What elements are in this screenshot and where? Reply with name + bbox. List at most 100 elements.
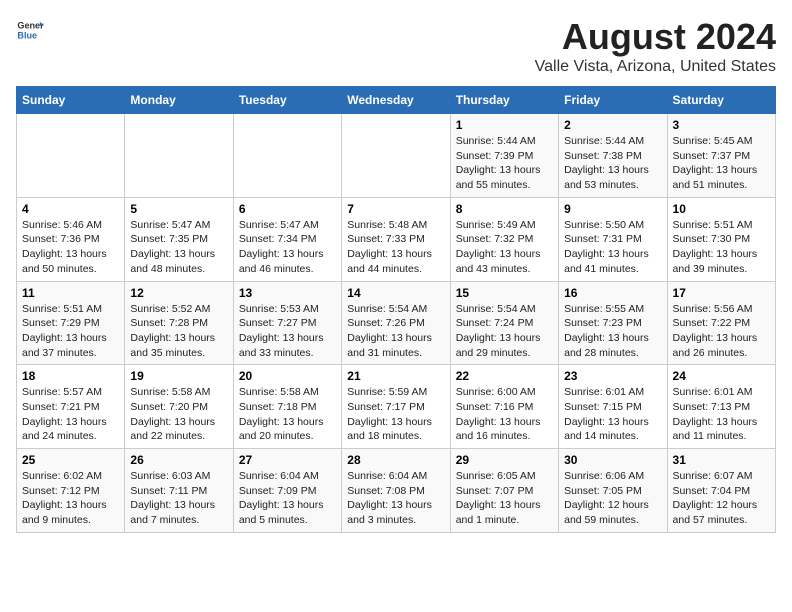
day-number: 13 — [239, 286, 336, 300]
day-info: Sunrise: 5:56 AMSunset: 7:22 PMDaylight:… — [673, 302, 770, 361]
logo-icon: General Blue — [16, 16, 44, 44]
day-info: Sunrise: 6:01 AMSunset: 7:13 PMDaylight:… — [673, 385, 770, 444]
calendar-cell — [233, 114, 341, 198]
day-info: Sunrise: 6:03 AMSunset: 7:11 PMDaylight:… — [130, 469, 227, 528]
day-info: Sunrise: 5:47 AMSunset: 7:35 PMDaylight:… — [130, 218, 227, 277]
calendar-cell — [17, 114, 125, 198]
day-number: 7 — [347, 202, 444, 216]
calendar-cell: 1 Sunrise: 5:44 AMSunset: 7:39 PMDaylight… — [450, 114, 558, 198]
day-number: 5 — [130, 202, 227, 216]
title-block: August 2024 Valle Vista, Arizona, United… — [535, 16, 776, 76]
calendar-cell: 24Sunrise: 6:01 AMSunset: 7:13 PMDayligh… — [667, 365, 775, 449]
day-number: 19 — [130, 369, 227, 383]
day-info: Sunrise: 5:51 AMSunset: 7:29 PMDaylight:… — [22, 302, 119, 361]
day-number: 18 — [22, 369, 119, 383]
week-row-2: 4 Sunrise: 5:46 AMSunset: 7:36 PMDaylight… — [17, 197, 776, 281]
calendar-cell: 4 Sunrise: 5:46 AMSunset: 7:36 PMDaylight… — [17, 197, 125, 281]
calendar-cell: 19 Sunrise: 5:58 AMSunset: 7:20 PMDayligh… — [125, 365, 233, 449]
day-number: 30 — [564, 453, 661, 467]
day-number: 2 — [564, 118, 661, 132]
day-number: 6 — [239, 202, 336, 216]
calendar-cell — [125, 114, 233, 198]
day-info: Sunrise: 6:07 AMSunset: 7:04 PMDaylight:… — [673, 469, 770, 528]
day-number: 28 — [347, 453, 444, 467]
column-header-wednesday: Wednesday — [342, 87, 450, 114]
day-info: Sunrise: 5:44 AMSunset: 7:39 PMDaylight:… — [456, 134, 553, 193]
column-header-saturday: Saturday — [667, 87, 775, 114]
day-number: 26 — [130, 453, 227, 467]
week-row-3: 11 Sunrise: 5:51 AMSunset: 7:29 PMDayligh… — [17, 281, 776, 365]
calendar-cell: 28 Sunrise: 6:04 AMSunset: 7:08 PMDayligh… — [342, 449, 450, 533]
day-info: Sunrise: 6:05 AMSunset: 7:07 PMDaylight:… — [456, 469, 553, 528]
calendar-cell: 9 Sunrise: 5:50 AMSunset: 7:31 PMDaylight… — [559, 197, 667, 281]
day-info: Sunrise: 5:59 AMSunset: 7:17 PMDaylight:… — [347, 385, 444, 444]
day-info: Sunrise: 6:04 AMSunset: 7:08 PMDaylight:… — [347, 469, 444, 528]
day-info: Sunrise: 5:45 AMSunset: 7:37 PMDaylight:… — [673, 134, 770, 193]
day-info: Sunrise: 5:54 AMSunset: 7:26 PMDaylight:… — [347, 302, 444, 361]
day-info: Sunrise: 5:58 AMSunset: 7:20 PMDaylight:… — [130, 385, 227, 444]
calendar-cell: 25Sunrise: 6:02 AMSunset: 7:12 PMDayligh… — [17, 449, 125, 533]
calendar-cell: 16 Sunrise: 5:55 AMSunset: 7:23 PMDayligh… — [559, 281, 667, 365]
day-number: 23 — [564, 369, 661, 383]
calendar-cell: 5 Sunrise: 5:47 AMSunset: 7:35 PMDaylight… — [125, 197, 233, 281]
day-number: 15 — [456, 286, 553, 300]
day-info: Sunrise: 6:01 AMSunset: 7:15 PMDaylight:… — [564, 385, 661, 444]
day-number: 20 — [239, 369, 336, 383]
calendar-cell: 29 Sunrise: 6:05 AMSunset: 7:07 PMDayligh… — [450, 449, 558, 533]
calendar-cell: 30 Sunrise: 6:06 AMSunset: 7:05 PMDayligh… — [559, 449, 667, 533]
day-number: 1 — [456, 118, 553, 132]
calendar-cell: 8 Sunrise: 5:49 AMSunset: 7:32 PMDaylight… — [450, 197, 558, 281]
svg-text:Blue: Blue — [17, 30, 37, 40]
day-number: 16 — [564, 286, 661, 300]
day-info: Sunrise: 5:44 AMSunset: 7:38 PMDaylight:… — [564, 134, 661, 193]
day-info: Sunrise: 5:48 AMSunset: 7:33 PMDaylight:… — [347, 218, 444, 277]
calendar-cell: 10Sunrise: 5:51 AMSunset: 7:30 PMDayligh… — [667, 197, 775, 281]
day-number: 12 — [130, 286, 227, 300]
calendar-cell: 31Sunrise: 6:07 AMSunset: 7:04 PMDayligh… — [667, 449, 775, 533]
calendar-cell: 2 Sunrise: 5:44 AMSunset: 7:38 PMDaylight… — [559, 114, 667, 198]
day-number: 3 — [673, 118, 770, 132]
calendar-cell: 3 Sunrise: 5:45 AMSunset: 7:37 PMDaylight… — [667, 114, 775, 198]
day-info: Sunrise: 6:00 AMSunset: 7:16 PMDaylight:… — [456, 385, 553, 444]
calendar-cell: 14 Sunrise: 5:54 AMSunset: 7:26 PMDayligh… — [342, 281, 450, 365]
day-info: Sunrise: 5:55 AMSunset: 7:23 PMDaylight:… — [564, 302, 661, 361]
day-number: 29 — [456, 453, 553, 467]
calendar-cell: 7 Sunrise: 5:48 AMSunset: 7:33 PMDaylight… — [342, 197, 450, 281]
calendar-title: August 2024 — [535, 16, 776, 58]
day-number: 17 — [673, 286, 770, 300]
day-info: Sunrise: 5:52 AMSunset: 7:28 PMDaylight:… — [130, 302, 227, 361]
calendar-cell: 23 Sunrise: 6:01 AMSunset: 7:15 PMDayligh… — [559, 365, 667, 449]
column-header-friday: Friday — [559, 87, 667, 114]
calendar-cell: 11 Sunrise: 5:51 AMSunset: 7:29 PMDayligh… — [17, 281, 125, 365]
calendar-cell: 6Sunrise: 5:47 AMSunset: 7:34 PMDaylight… — [233, 197, 341, 281]
calendar-cell: 13 Sunrise: 5:53 AMSunset: 7:27 PMDayligh… — [233, 281, 341, 365]
day-info: Sunrise: 5:50 AMSunset: 7:31 PMDaylight:… — [564, 218, 661, 277]
day-info: Sunrise: 5:49 AMSunset: 7:32 PMDaylight:… — [456, 218, 553, 277]
day-number: 11 — [22, 286, 119, 300]
day-number: 14 — [347, 286, 444, 300]
calendar-cell — [342, 114, 450, 198]
day-info: Sunrise: 5:46 AMSunset: 7:36 PMDaylight:… — [22, 218, 119, 277]
day-number: 4 — [22, 202, 119, 216]
column-header-monday: Monday — [125, 87, 233, 114]
column-header-sunday: Sunday — [17, 87, 125, 114]
day-number: 9 — [564, 202, 661, 216]
day-info: Sunrise: 5:57 AMSunset: 7:21 PMDaylight:… — [22, 385, 119, 444]
day-info: Sunrise: 6:06 AMSunset: 7:05 PMDaylight:… — [564, 469, 661, 528]
day-number: 22 — [456, 369, 553, 383]
day-info: Sunrise: 5:53 AMSunset: 7:27 PMDaylight:… — [239, 302, 336, 361]
week-row-4: 18 Sunrise: 5:57 AMSunset: 7:21 PMDayligh… — [17, 365, 776, 449]
day-info: Sunrise: 5:54 AMSunset: 7:24 PMDaylight:… — [456, 302, 553, 361]
calendar-cell: 27Sunrise: 6:04 AMSunset: 7:09 PMDayligh… — [233, 449, 341, 533]
calendar-table: SundayMondayTuesdayWednesdayThursdayFrid… — [16, 86, 776, 533]
week-row-5: 25Sunrise: 6:02 AMSunset: 7:12 PMDayligh… — [17, 449, 776, 533]
column-header-tuesday: Tuesday — [233, 87, 341, 114]
day-number: 27 — [239, 453, 336, 467]
day-info: Sunrise: 6:02 AMSunset: 7:12 PMDaylight:… — [22, 469, 119, 528]
page-header: General Blue August 2024 Valle Vista, Ar… — [16, 16, 776, 76]
calendar-cell: 12 Sunrise: 5:52 AMSunset: 7:28 PMDayligh… — [125, 281, 233, 365]
calendar-cell: 21Sunrise: 5:59 AMSunset: 7:17 PMDayligh… — [342, 365, 450, 449]
day-number: 8 — [456, 202, 553, 216]
column-header-thursday: Thursday — [450, 87, 558, 114]
calendar-header-row: SundayMondayTuesdayWednesdayThursdayFrid… — [17, 87, 776, 114]
